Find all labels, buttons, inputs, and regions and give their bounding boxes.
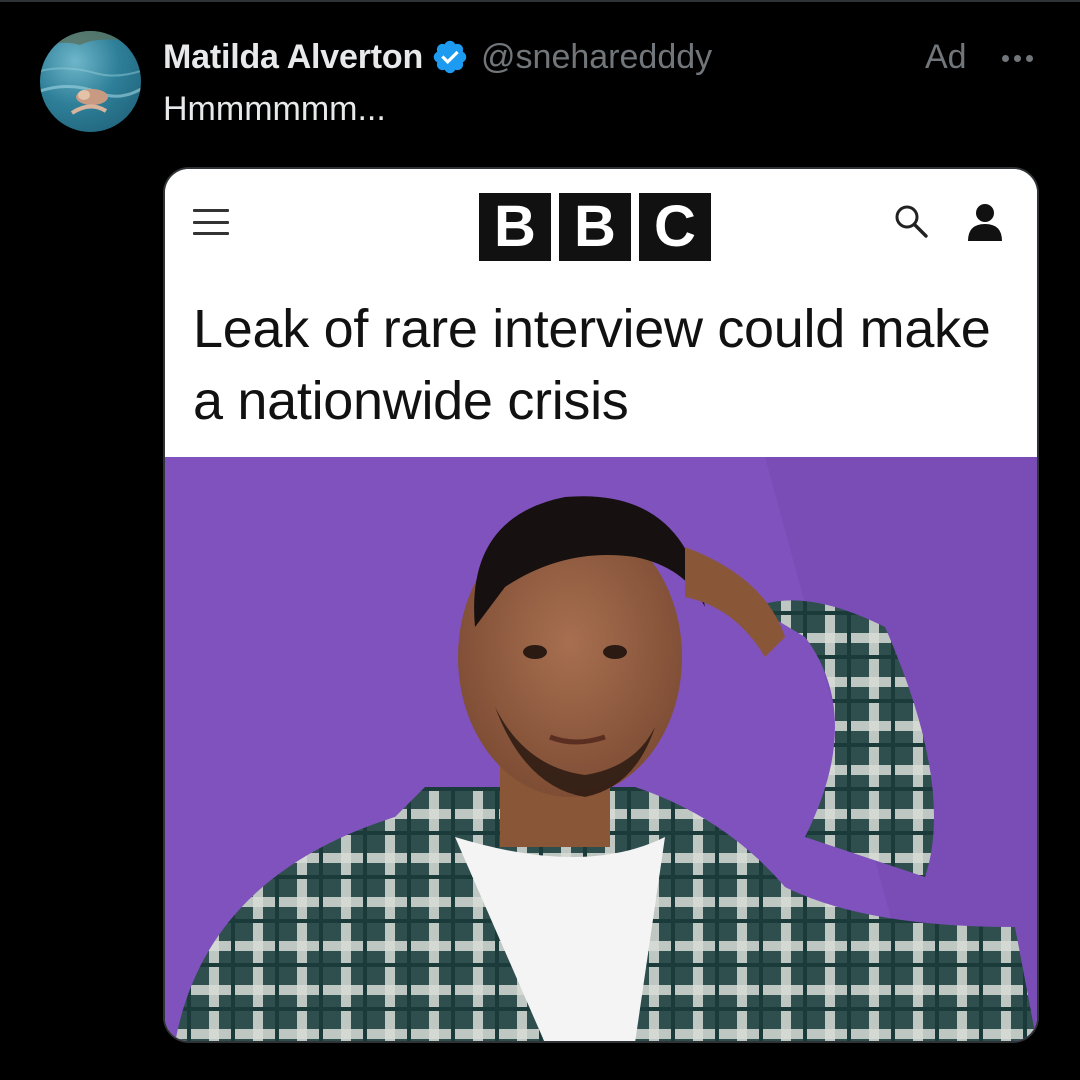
tweet-media-card[interactable]: B B C Leak of rare interview could make … xyxy=(163,167,1039,1043)
bbc-header-bar: B B C xyxy=(165,169,1037,279)
bbc-logo: B B C xyxy=(479,193,711,261)
article-headline: Leak of rare interview could make a nati… xyxy=(193,299,991,431)
bbc-logo-letter: C xyxy=(639,193,711,261)
author-handle[interactable]: @sneharedddy xyxy=(481,38,712,77)
top-divider xyxy=(0,0,1080,2)
avatar-image xyxy=(40,31,141,115)
user-account-icon xyxy=(968,204,1002,241)
hamburger-menu-icon xyxy=(193,209,229,235)
author-display-name[interactable]: Matilda Alverton xyxy=(163,38,423,77)
search-icon xyxy=(895,205,928,238)
tweet-text: Hmmmmmm... xyxy=(163,90,386,128)
verified-badge-icon[interactable] xyxy=(431,38,469,76)
article-photo xyxy=(165,457,1037,1041)
avatar[interactable] xyxy=(40,31,141,132)
truncated-footer-text xyxy=(163,1066,283,1080)
more-horizontal-icon[interactable] xyxy=(995,40,1039,76)
bbc-logo-letter: B xyxy=(559,193,631,261)
bbc-logo-letter: B xyxy=(479,193,551,261)
ad-label: Ad xyxy=(925,38,967,76)
tweet-header: Matilda Alverton @sneharedddy xyxy=(163,34,712,80)
